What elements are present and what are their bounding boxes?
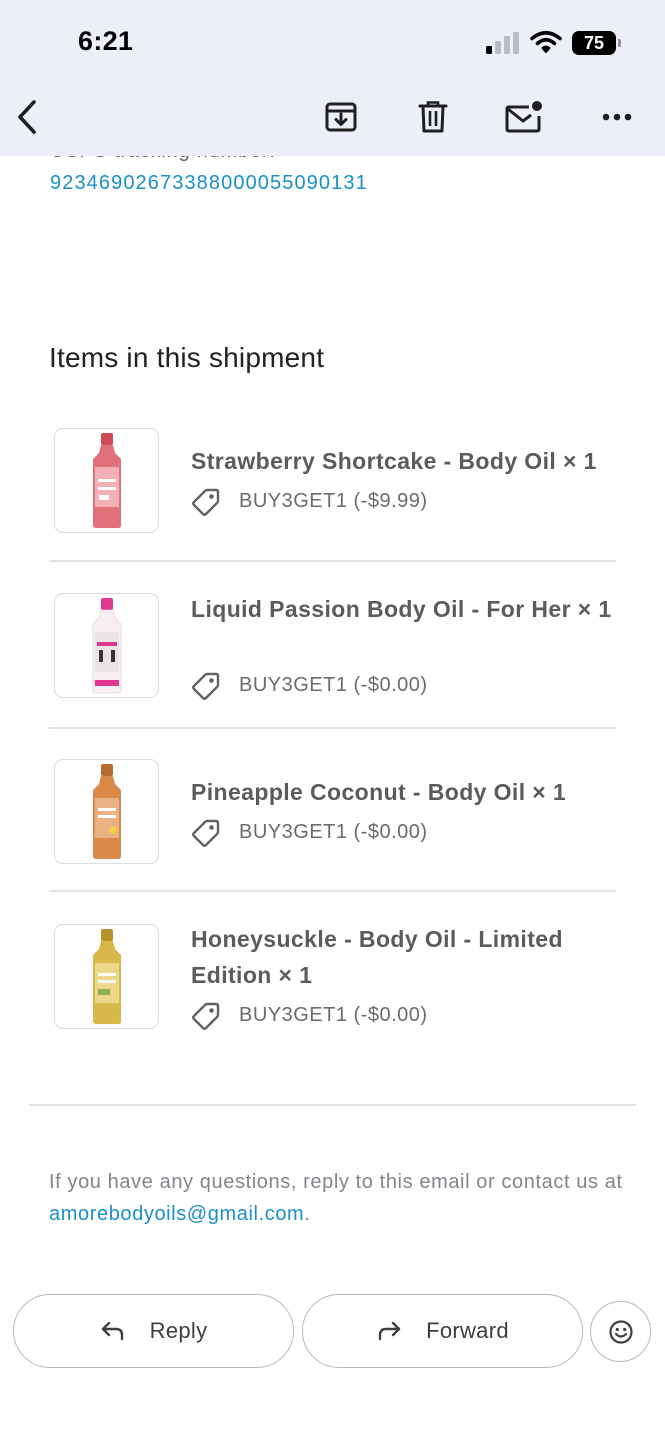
bottle-image [92, 928, 121, 1024]
bottle-image [92, 597, 121, 693]
item-name: Pineapple Coconut - Body Oil × 1 [191, 779, 567, 805]
tag-icon [192, 672, 220, 700]
cellular-signal-icon [486, 32, 519, 54]
footer-prefix: If you have any questions, reply to this… [49, 1171, 623, 1193]
item-name: Strawberry Shortcake - Body Oil × 1 [191, 448, 597, 474]
smiley-icon [608, 1319, 633, 1344]
item-name: Honeysuckle - Body Oil - Limited Edition… [191, 926, 563, 988]
trash-icon [418, 101, 448, 133]
tag-icon [192, 819, 220, 847]
forward-label: Forward [426, 1318, 509, 1343]
discount-row: BUY3GET1 (-$9.99) [191, 486, 428, 516]
back-button[interactable] [2, 92, 52, 142]
bottle-image [92, 763, 121, 859]
product-thumbnail[interactable] [54, 759, 159, 864]
more-horizontal-icon [602, 113, 632, 121]
delete-button[interactable] [408, 92, 458, 142]
footer-divider [29, 1104, 636, 1106]
reply-icon [101, 1321, 123, 1341]
reply-button[interactable]: Reply [13, 1294, 294, 1368]
item-name: Liquid Passion Body Oil - For Her × 1 [191, 596, 612, 622]
discount-row: BUY3GET1 (-$0.00) [191, 1000, 428, 1030]
discount-code: BUY3GET1 (-$0.00) [239, 673, 428, 696]
discount-code: BUY3GET1 (-$0.00) [239, 820, 428, 843]
chevron-left-icon [18, 100, 36, 134]
battery-level: 75 [572, 31, 616, 55]
mark-unread-icon [505, 101, 542, 133]
footer-suffix: . [304, 1203, 311, 1225]
product-thumbnail[interactable] [54, 428, 159, 533]
tag-icon [192, 488, 220, 516]
status-time: 6:21 [78, 26, 134, 56]
divider [49, 560, 616, 562]
section-title: Items in this shipment [49, 342, 325, 373]
discount-row: BUY3GET1 (-$0.00) [191, 670, 428, 700]
top-bar: 6:21 75 [0, 0, 665, 156]
divider [49, 727, 616, 729]
reply-label: Reply [149, 1318, 208, 1343]
discount-code: BUY3GET1 (-$9.99) [239, 489, 428, 512]
wifi-icon [530, 30, 562, 53]
archive-icon [325, 102, 357, 132]
forward-icon [378, 1321, 401, 1341]
tag-icon [192, 1002, 220, 1030]
discount-row: BUY3GET1 (-$0.00) [191, 817, 428, 847]
product-thumbnail[interactable] [54, 593, 159, 698]
email-body: USPS tracking number: 923469026733880000… [0, 0, 665, 1440]
archive-button[interactable] [316, 92, 366, 142]
emoji-reaction-button[interactable] [590, 1301, 651, 1362]
battery-indicator: 75 [572, 31, 622, 55]
product-thumbnail[interactable] [54, 924, 159, 1029]
more-options-button[interactable] [592, 92, 642, 142]
mark-unread-button[interactable] [500, 92, 550, 142]
battery-tip [618, 39, 621, 47]
forward-button[interactable]: Forward [302, 1294, 583, 1368]
tracking-number-link[interactable]: 9234690267338800005509013​1 [50, 172, 368, 195]
discount-code: BUY3GET1 (-$0.00) [239, 1003, 428, 1026]
footer-text: If you have any questions, reply to this… [49, 1166, 629, 1230]
bottle-image [92, 432, 121, 528]
contact-email-link[interactable]: amorebodyoils@gmail.com [49, 1203, 304, 1225]
divider [49, 890, 616, 892]
